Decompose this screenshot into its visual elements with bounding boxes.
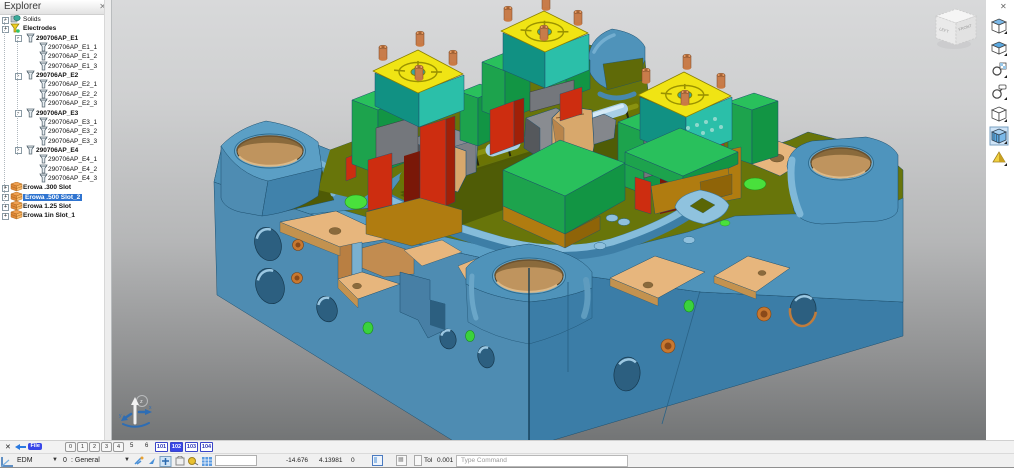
svg-text:z: z	[140, 399, 143, 405]
svg-text:x: x	[149, 405, 152, 411]
svg-text:y: y	[119, 413, 122, 419]
